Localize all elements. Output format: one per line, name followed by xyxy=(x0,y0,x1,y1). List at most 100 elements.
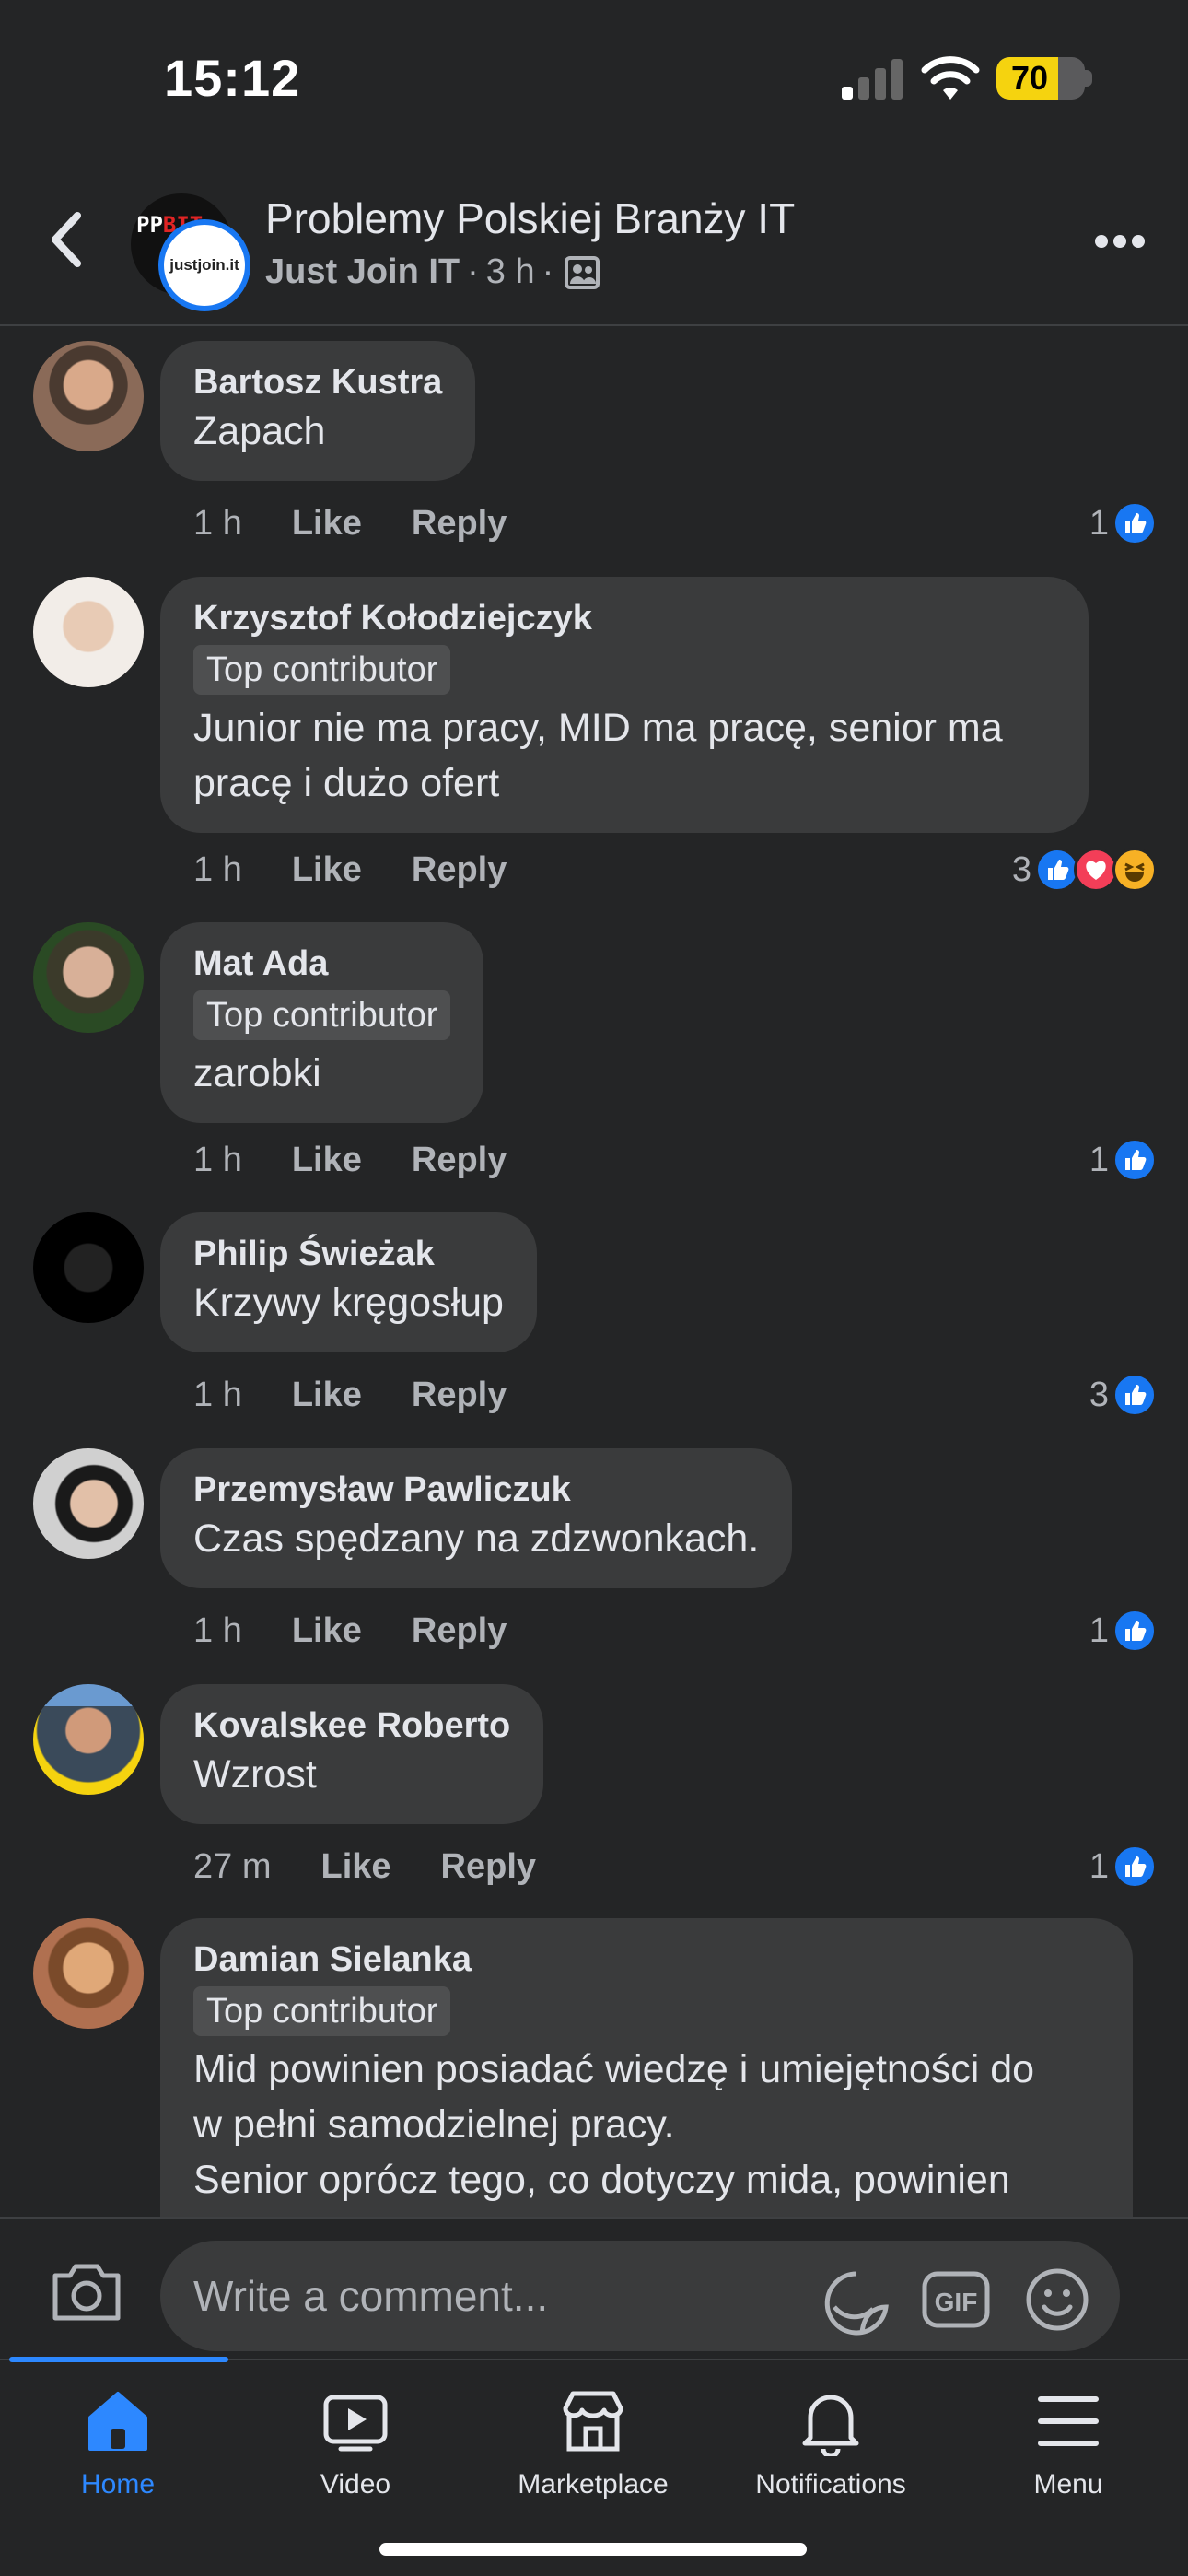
comment-time: 1 h xyxy=(193,1140,242,1179)
like-button[interactable]: Like xyxy=(292,1376,362,1415)
comment-author[interactable]: Bartosz Kustra xyxy=(193,361,442,404)
comment-time: 1 h xyxy=(193,1375,242,1414)
like-reaction-icon xyxy=(1112,1609,1157,1653)
top-contributor-badge[interactable]: Top contributor xyxy=(193,645,451,695)
reaction-summary[interactable]: 3 xyxy=(1012,842,1157,897)
comment-author[interactable]: Damian Sielanka xyxy=(193,1938,1100,1981)
active-tab-indicator xyxy=(9,2357,228,2362)
camera-icon[interactable] xyxy=(50,2259,123,2324)
post-time: 3 h xyxy=(485,252,535,291)
like-reaction-icon xyxy=(1035,848,1079,892)
more-options-icon[interactable] xyxy=(1094,232,1146,251)
reaction-summary[interactable]: 1 xyxy=(1089,1132,1157,1188)
avatar[interactable] xyxy=(33,1918,144,2029)
comment-bubble[interactable]: Przemysław Pawliczuk Czas spędzany na zd… xyxy=(160,1448,793,1588)
comment-composer: GIF xyxy=(0,2217,1188,2359)
like-button[interactable]: Like xyxy=(292,850,362,890)
comment-author[interactable]: Philip Świeżak xyxy=(193,1233,504,1275)
comment-actions: 1 h Like Reply xyxy=(193,496,507,551)
tab-notifications[interactable]: Notifications xyxy=(729,2386,932,2524)
tab-label: Video xyxy=(320,2469,391,2500)
tab-label: Home xyxy=(80,2469,156,2500)
gif-icon: GIF xyxy=(922,2271,990,2328)
comment-time: 1 h xyxy=(193,1610,242,1650)
reaction-count: 1 xyxy=(1089,1610,1109,1650)
avatar[interactable] xyxy=(33,1448,144,1559)
top-contributor-badge[interactable]: Top contributor xyxy=(193,1986,451,2036)
page-name[interactable]: Just Join IT xyxy=(265,252,460,292)
comment-bubble[interactable]: Bartosz Kustra Zapach xyxy=(160,341,476,481)
battery-icon: 70 xyxy=(996,57,1085,100)
comment-bubble[interactable]: Mat Ada Top contributor zarobki xyxy=(160,922,484,1123)
like-button[interactable]: Like xyxy=(292,1141,362,1180)
reaction-summary[interactable]: 1 xyxy=(1089,1839,1157,1894)
avatar[interactable] xyxy=(33,341,144,451)
comment-input-wrapper[interactable]: GIF xyxy=(160,2241,1120,2351)
like-reaction-icon xyxy=(1112,1844,1157,1889)
reply-button[interactable]: Reply xyxy=(412,1376,507,1415)
tab-video[interactable]: Video xyxy=(254,2386,457,2524)
comment-time: 1 h xyxy=(193,849,242,889)
like-button[interactable]: Like xyxy=(320,1847,390,1887)
comment-actions: 1 h Like Reply xyxy=(193,1367,507,1423)
comment-input[interactable] xyxy=(193,2259,764,2333)
home-indicator[interactable] xyxy=(379,2543,807,2556)
reply-button[interactable]: Reply xyxy=(412,850,507,890)
love-reaction-icon xyxy=(1074,848,1118,892)
emoji-icon[interactable] xyxy=(1024,2266,1090,2333)
like-button[interactable]: Like xyxy=(292,504,362,544)
like-button[interactable]: Like xyxy=(292,1611,362,1651)
comment-text: zarobki xyxy=(193,1051,321,1095)
comment-author[interactable]: Kovalskee Roberto xyxy=(193,1704,510,1747)
tab-home[interactable]: Home xyxy=(17,2386,219,2524)
comment-author[interactable]: Mat Ada xyxy=(193,943,450,985)
back-button[interactable] xyxy=(41,203,96,276)
comment-text: Krzywy kręgosłup xyxy=(193,1281,504,1325)
members-audience-icon xyxy=(565,255,600,289)
avatar[interactable] xyxy=(33,922,144,1033)
tab-label: Notifications xyxy=(755,2469,906,2500)
page-avatar[interactable]: justjoin.it xyxy=(158,219,250,311)
post-subtitle: Just Join IT · 3 h · xyxy=(265,252,600,292)
reaction-summary[interactable]: 1 xyxy=(1089,1603,1157,1658)
comment-bubble[interactable]: Krzysztof Kołodziejczyk Top contributor … xyxy=(160,577,1089,833)
reaction-count: 1 xyxy=(1089,1846,1109,1886)
comment-author[interactable]: Krzysztof Kołodziejczyk xyxy=(193,597,1055,639)
avatar[interactable] xyxy=(33,1212,144,1323)
reply-button[interactable]: Reply xyxy=(441,1847,536,1887)
comment-author[interactable]: Przemysław Pawliczuk xyxy=(193,1469,759,1511)
home-icon xyxy=(88,2392,147,2451)
tab-label: Menu xyxy=(1033,2469,1103,2500)
comment-bubble[interactable]: Damian Sielanka Top contributor Mid powi… xyxy=(160,1918,1133,2217)
comment-time: 27 m xyxy=(193,1846,272,1886)
group-name[interactable]: Problemy Polskiej Branży IT xyxy=(265,193,795,243)
reply-button[interactable]: Reply xyxy=(412,1141,507,1180)
cellular-signal-icon xyxy=(842,59,903,100)
reaction-summary[interactable]: 3 xyxy=(1089,1367,1157,1423)
sticker-icon[interactable] xyxy=(821,2268,891,2338)
comment-bubble[interactable]: Philip Świeżak Krzywy kręgosłup xyxy=(160,1212,537,1352)
comment-text: Junior nie ma pracy, MID ma pracę, senio… xyxy=(193,706,1003,805)
separator: · xyxy=(542,252,554,291)
video-icon xyxy=(323,2395,388,2452)
reply-button[interactable]: Reply xyxy=(412,1611,507,1651)
tab-marketplace[interactable]: Marketplace xyxy=(492,2386,694,2524)
comments-list[interactable]: Bartosz Kustra Zapach 1 h Like Reply 1 K… xyxy=(0,328,1188,2217)
gif-button[interactable]: GIF xyxy=(921,2266,991,2333)
avatar[interactable] xyxy=(33,1684,144,1795)
top-contributor-badge[interactable]: Top contributor xyxy=(193,990,451,1040)
tab-label: Marketplace xyxy=(518,2469,669,2500)
avatar[interactable] xyxy=(33,577,144,687)
comment-bubble[interactable]: Kovalskee Roberto Wzrost xyxy=(160,1684,544,1824)
gif-label: GIF xyxy=(935,2288,978,2316)
haha-reaction-icon xyxy=(1112,848,1157,892)
comment-actions: 1 h Like Reply xyxy=(193,1603,507,1658)
reply-button[interactable]: Reply xyxy=(412,504,507,544)
like-reaction-icon xyxy=(1112,501,1157,545)
page-avatar-logo: justjoin.it xyxy=(169,256,239,274)
battery-level: 70 xyxy=(1010,59,1049,97)
tab-menu[interactable]: Menu xyxy=(967,2386,1170,2524)
reaction-count: 3 xyxy=(1011,849,1031,889)
reaction-summary[interactable]: 1 xyxy=(1089,496,1157,551)
comment-text: Czas spędzany na zdzwonkach. xyxy=(193,1516,760,1561)
